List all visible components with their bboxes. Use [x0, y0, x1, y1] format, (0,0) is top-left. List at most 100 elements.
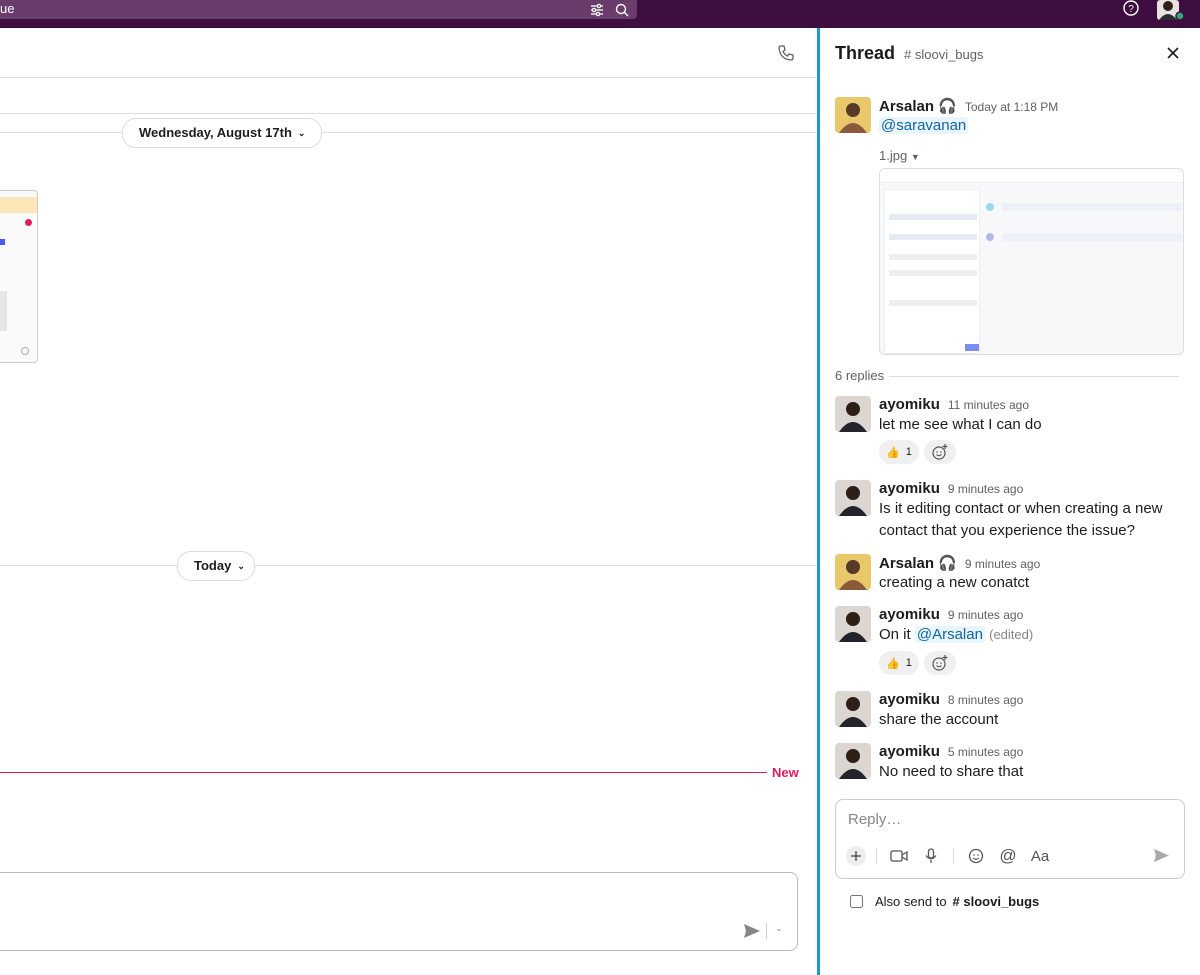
avatar[interactable]	[835, 606, 871, 642]
help-icon	[21, 347, 29, 355]
preview-field	[889, 270, 977, 276]
date-divider-label: Wednesday, August 17th	[139, 125, 292, 140]
at-mention-icon[interactable]: @	[998, 846, 1018, 866]
caret-down-icon: ▼	[910, 152, 920, 162]
top-bar: ue ?	[0, 0, 1200, 28]
filter-icon[interactable]	[589, 2, 605, 18]
timestamp[interactable]: 11 minutes ago	[948, 398, 1029, 412]
preview-field	[889, 300, 977, 306]
reaction-count: 1	[905, 657, 912, 669]
thread-header: Thread # sloovi_bugs	[820, 28, 1200, 78]
search-icon[interactable]	[614, 2, 630, 18]
preview-field	[889, 214, 977, 220]
divider	[953, 848, 954, 864]
formatting-icon[interactable]: Aa	[1030, 846, 1050, 866]
also-send-option[interactable]: Also send to # sloovi_bugs	[850, 894, 1039, 909]
reply-input[interactable]: Reply…	[848, 811, 901, 828]
timestamp[interactable]: Today at 1:18 PM	[965, 100, 1058, 114]
message-text: On it @Arsalan (edited)	[879, 626, 1034, 643]
avatar[interactable]	[835, 396, 871, 432]
phone-icon[interactable]	[777, 44, 795, 62]
also-send-checkbox[interactable]	[850, 895, 863, 908]
svg-text:?: ?	[1128, 4, 1134, 15]
author-name[interactable]: ayomiku 9 minutes ago	[879, 480, 1023, 497]
preview-contact-panel	[884, 189, 980, 354]
message-text: No need to share that	[879, 763, 1024, 780]
file-name[interactable]: 1.jpg ▼	[879, 145, 920, 168]
date-divider[interactable]: Wednesday, August 17th ⌄	[122, 118, 323, 148]
today-divider-line	[0, 565, 817, 566]
divider	[766, 923, 767, 939]
today-divider-label: Today	[194, 558, 232, 573]
replies-count: 6 replies	[835, 368, 885, 383]
thread-title: Thread	[835, 43, 896, 63]
send-icon[interactable]	[743, 923, 761, 939]
add-emoji-icon	[932, 655, 948, 671]
also-send-channel: # sloovi_bugs	[952, 894, 1040, 909]
badge-dot	[25, 219, 32, 226]
reaction-pill[interactable]: 👍 1	[879, 651, 919, 675]
search-input[interactable]: ue	[0, 1, 14, 17]
help-icon[interactable]: ?	[1122, 0, 1140, 18]
preview-save-button	[965, 344, 979, 351]
add-reaction-button[interactable]	[924, 440, 956, 464]
close-icon[interactable]	[1164, 44, 1182, 62]
author-name[interactable]: Arsalan 🎧 9 minutes ago	[879, 554, 1040, 572]
message-text: creating a new conatct	[879, 574, 1030, 591]
author-name[interactable]: ayomiku 5 minutes ago	[879, 743, 1023, 760]
author-name[interactable]: ayomiku 8 minutes ago	[879, 691, 1023, 708]
message-text: let me see what I can do	[879, 416, 1042, 433]
mention-link[interactable]: @Arsalan	[914, 626, 985, 643]
add-reaction-button[interactable]	[924, 651, 956, 675]
message-text: @saravanan	[879, 115, 969, 137]
audio-clip-button[interactable]	[921, 846, 941, 866]
author-name[interactable]: Arsalan 🎧 Today at 1:18 PM	[879, 97, 1058, 115]
reply-composer[interactable]: Reply… @ Aa	[835, 799, 1185, 879]
chevron-down-icon[interactable]: ⌄	[775, 923, 783, 934]
preview-row	[1002, 203, 1182, 211]
avatar[interactable]	[835, 480, 871, 516]
image-preview[interactable]	[0, 190, 38, 363]
message-text-line-2: contact that you experience the issue?	[879, 522, 1135, 539]
avatar[interactable]	[835, 691, 871, 727]
chevron-down-icon: ⌄	[297, 128, 306, 138]
video-clip-button[interactable]	[889, 846, 909, 866]
emoji-icon	[968, 848, 984, 864]
thumbs-up-icon: 👍	[886, 657, 900, 670]
preview-button	[0, 239, 5, 245]
message-composer[interactable]: ⌄	[0, 872, 798, 951]
edited-label: (edited)	[989, 627, 1034, 642]
bookmarks-bar	[0, 78, 817, 114]
user-avatar[interactable]	[1157, 0, 1185, 22]
search-bar[interactable]: ue	[0, 0, 637, 19]
author-name[interactable]: ayomiku 9 minutes ago	[879, 606, 1023, 623]
send-icon[interactable]	[1153, 848, 1170, 863]
timestamp[interactable]: 9 minutes ago	[948, 608, 1023, 622]
emoji-button[interactable]	[966, 846, 986, 866]
avatar[interactable]	[835, 743, 871, 779]
author-name[interactable]: ayomiku 11 minutes ago	[879, 396, 1029, 413]
thread-channel-link[interactable]: # sloovi_bugs	[904, 47, 984, 62]
timestamp[interactable]: 9 minutes ago	[948, 482, 1023, 496]
mention-link[interactable]: @saravanan	[879, 117, 969, 134]
also-send-label: Also send to	[875, 894, 947, 909]
preview-row	[1002, 233, 1182, 241]
upgrade-banner	[0, 197, 37, 213]
avatar[interactable]	[835, 554, 871, 590]
thread-pane: Thread # sloovi_bugs Arsalan 🎧 Today at 1…	[817, 28, 1200, 975]
preview-topbar	[880, 169, 1183, 183]
replies-divider	[889, 376, 1179, 377]
today-divider[interactable]: Today ⌄	[177, 551, 255, 581]
divider	[876, 848, 877, 864]
video-icon	[890, 850, 908, 862]
reaction-pill[interactable]: 👍 1	[879, 440, 919, 464]
avatar[interactable]	[835, 97, 871, 133]
chevron-down-icon: ⌄	[237, 561, 245, 571]
preview-dot	[986, 233, 994, 241]
preview-field	[889, 234, 977, 240]
image-attachment[interactable]	[879, 168, 1184, 355]
timestamp[interactable]: 5 minutes ago	[948, 745, 1023, 759]
timestamp[interactable]: 9 minutes ago	[965, 557, 1040, 571]
timestamp[interactable]: 8 minutes ago	[948, 693, 1023, 707]
add-attachment-button[interactable]	[846, 846, 866, 866]
